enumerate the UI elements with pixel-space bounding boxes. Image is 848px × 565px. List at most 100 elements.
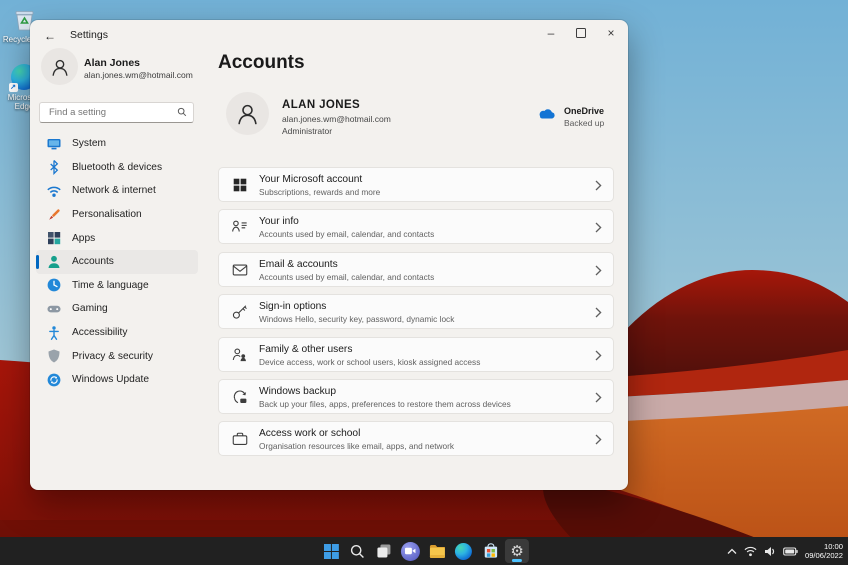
sidebar-item-time-language[interactable]: Time & language (36, 274, 198, 298)
settings-button[interactable]: ⚙ (505, 539, 530, 563)
minimize-button[interactable]: – (536, 20, 566, 45)
file-explorer-button[interactable] (425, 539, 449, 563)
sidebar-item-label: Privacy & security (72, 350, 153, 362)
chevron-right-icon (595, 222, 602, 233)
maximize-button[interactable] (566, 20, 596, 45)
sidebar-item-label: Accessibility (72, 327, 128, 339)
chat-icon (401, 541, 421, 561)
card-title: Your info (259, 216, 299, 228)
sidebar-item-label: Apps (72, 232, 96, 244)
card-subtitle: Subscriptions, rewards and more (259, 187, 381, 197)
apps-grid-icon (48, 232, 61, 245)
card-subtitle: Windows Hello, security key, password, d… (259, 314, 455, 325)
chevron-right-icon (595, 307, 602, 318)
taskbar-center-icons: ⚙ (319, 539, 530, 563)
person-icon (238, 104, 257, 125)
sidebar-item-privacy-security[interactable]: Privacy & security (36, 344, 198, 368)
backup-arrow-icon (233, 390, 247, 404)
chevron-right-icon (595, 434, 602, 445)
clock-time: 10:00 (823, 542, 843, 551)
update-icon (47, 373, 61, 387)
chat-button[interactable] (399, 539, 423, 563)
envelope-icon (232, 264, 248, 276)
card-subtitle: Organisation resources like email, apps,… (259, 441, 455, 452)
accessibility-icon (49, 325, 59, 340)
taskbar-clock[interactable]: 10:00 09/06/2022 (805, 542, 843, 560)
chevron-right-icon (595, 392, 602, 403)
family-icon (232, 348, 246, 361)
onedrive-backed-up-status: Backed up (564, 118, 605, 128)
hidden-icons-chevron[interactable] (727, 548, 737, 555)
sidebar-item-gaming[interactable]: Gaming (36, 297, 198, 321)
accounts-card-list: Your Microsoft account Subscriptions, re… (218, 167, 614, 464)
back-button[interactable]: ← (38, 25, 62, 47)
card-title: Your Microsoft account (259, 174, 363, 185)
sidebar-item-apps[interactable]: Apps (36, 226, 198, 250)
card-title: Access work or school (259, 428, 361, 440)
window-controls: – × (536, 20, 626, 45)
edge-button[interactable] (452, 539, 476, 563)
card-your-microsoft-account[interactable]: Your Microsoft account Subscriptions, re… (218, 167, 614, 202)
search-input[interactable] (47, 103, 171, 122)
battery-icon[interactable] (783, 546, 798, 556)
card-title: Windows backup (259, 385, 337, 397)
sidebar-profile-email: alan.jones.wm@hotmail.com (84, 70, 193, 80)
file-explorer-icon (429, 544, 445, 558)
card-subtitle: Back up your files, apps, preferences to… (259, 398, 511, 409)
edge-icon (455, 542, 473, 560)
window-title: Settings (70, 29, 108, 41)
maximize-icon (576, 27, 586, 38)
task-view-button[interactable] (372, 539, 396, 563)
card-family-other-users[interactable]: Family & other users Device access, work… (218, 336, 614, 372)
card-sign-in-options[interactable]: Sign-in options Windows Hello, security … (218, 294, 614, 330)
close-button[interactable]: × (596, 20, 626, 45)
sidebar-item-accounts[interactable]: Accounts (36, 249, 198, 274)
sidebar-item-accessibility[interactable]: Accessibility (36, 321, 198, 345)
card-subtitle: Device access, work or school users, kio… (259, 356, 481, 367)
onedrive-label: OneDrive (564, 106, 605, 116)
card-your-info[interactable]: Your info Accounts used by email, calend… (218, 209, 614, 245)
taskbar-search-button[interactable] (346, 539, 370, 563)
page-title: Accounts (218, 52, 305, 73)
card-windows-backup[interactable]: Windows backup Back up your files, apps,… (218, 378, 614, 414)
search-icon (177, 107, 187, 117)
sidebar-profile-name: Alan Jones (84, 57, 141, 69)
settings-search-box (39, 102, 194, 123)
person-icon (51, 59, 68, 76)
settings-nav: System Bluetooth & devices Network & int… (36, 132, 198, 392)
card-title: Family & other users (259, 343, 353, 355)
card-title: Sign-in options (259, 301, 327, 313)
chevron-right-icon (595, 350, 602, 361)
system-tray: 10:00 09/06/2022 (727, 537, 843, 565)
sidebar-avatar[interactable] (41, 48, 78, 85)
gear-icon: ⚙ (510, 542, 524, 560)
card-access-work-or-school[interactable]: Access work or school Organisation resou… (218, 421, 614, 457)
search-icon (351, 544, 365, 558)
account-role: Administrator (282, 126, 333, 136)
brush-icon (49, 208, 60, 220)
sidebar-item-bluetooth-devices[interactable]: Bluetooth & devices (36, 156, 198, 180)
sidebar-item-system[interactable]: System (36, 132, 198, 156)
microsoft-store-button[interactable] (478, 539, 502, 563)
volume-icon[interactable] (764, 546, 776, 557)
card-subtitle: Accounts used by email, calendar, and co… (259, 271, 435, 282)
shortcut-arrow-icon: ↗ (8, 83, 18, 92)
sidebar-item-personalisation[interactable]: Personalisation (36, 203, 198, 227)
card-email-accounts[interactable]: Email & accounts Accounts used by email,… (218, 251, 614, 287)
shield-icon (48, 349, 60, 363)
taskbar: ⚙ 10:00 09/06/2022 (0, 537, 848, 565)
sidebar-item-network-internet[interactable]: Network & internet (36, 179, 198, 203)
wifi-icon[interactable] (744, 546, 757, 557)
onedrive-status[interactable]: OneDrive Backed up (535, 106, 604, 128)
sidebar-item-windows-update[interactable]: Windows Update (36, 368, 198, 392)
accounts-person-icon (48, 255, 60, 268)
clock-date: 09/06/2022 (804, 551, 843, 560)
account-name: ALAN JONES (282, 99, 361, 111)
onedrive-cloud-icon (539, 109, 555, 119)
start-button[interactable] (319, 539, 343, 563)
task-view-icon (377, 544, 391, 558)
microsoft-logo-icon (233, 178, 247, 192)
bluetooth-icon (50, 160, 59, 176)
selection-accent (36, 254, 39, 269)
sidebar-item-label: Time & language (72, 279, 149, 291)
